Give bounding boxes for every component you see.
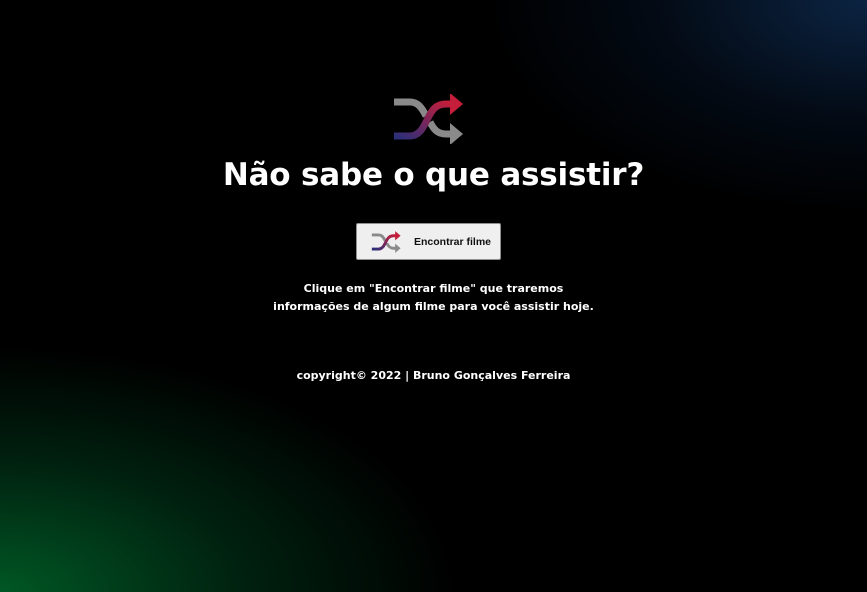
instructions-line-1: Clique em "Encontrar filme" que traremos (303, 282, 564, 295)
copyright-footer: copyright© 2022 | Bruno Gonçalves Ferrei… (296, 369, 571, 382)
shuffle-icon (371, 230, 401, 253)
find-movie-button[interactable]: Encontrar filme (356, 223, 501, 260)
find-movie-button-label: Encontrar filme (414, 235, 492, 248)
instructions-text: Clique em "Encontrar filme" que traremos… (0, 280, 867, 316)
shuffle-logo-icon (394, 94, 463, 144)
instructions-line-2: informações de algum filme para você ass… (273, 300, 594, 313)
page-title: Não sabe o que assistir? (222, 157, 645, 193)
